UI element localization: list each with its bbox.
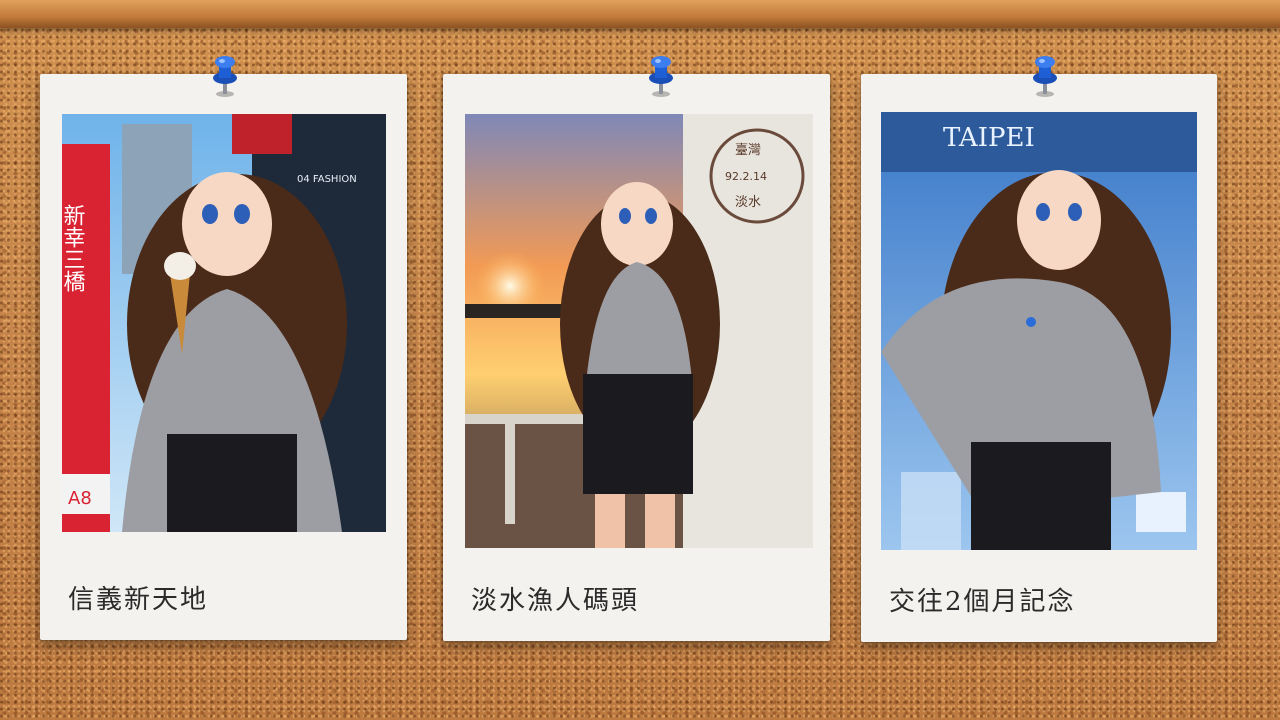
stamp-line-1: 臺灣 [735,143,761,158]
caption-3: 交往2個月記念 [889,587,1076,617]
pushpin-icon [1033,56,1057,97]
photo-1: 04 FASHION 新幸三橋 A8 [62,114,386,532]
pushpin-icon [649,56,673,97]
board-frame-top [0,0,1280,28]
polaroid-2: 臺灣 92.2.14 淡水 淡水漁人碼頭 [443,74,830,641]
station-sign: 新幸三橋 [62,204,86,292]
caption-1: 信義新天地 [68,585,209,615]
stamp-line-2: 淡水 [735,195,761,210]
stamp-date: 92.2.14 [725,170,767,183]
station-code: A8 [68,488,92,509]
store-sign-3: TAIPEI [943,123,1035,153]
polaroid-3: TAIPEI 交往2個月記念 [861,74,1217,642]
photo-3: TAIPEI [881,112,1197,550]
photo-1-image: 04 FASHION 新幸三橋 A8 [62,114,386,532]
photo-2: 臺灣 92.2.14 淡水 [465,114,813,548]
polaroid-1: 04 FASHION 新幸三橋 A8 信義新天地 [40,74,407,640]
photo-2-image: 臺灣 92.2.14 淡水 [465,114,813,548]
photo-3-image: TAIPEI [881,112,1197,550]
store-sign-1: 04 FASHION [297,174,357,185]
caption-2: 淡水漁人碼頭 [471,586,640,616]
corkboard: 04 FASHION 新幸三橋 A8 信義新天地 臺灣 92.2.14 淡水 淡… [0,0,1280,720]
pushpin-icon [213,56,237,97]
